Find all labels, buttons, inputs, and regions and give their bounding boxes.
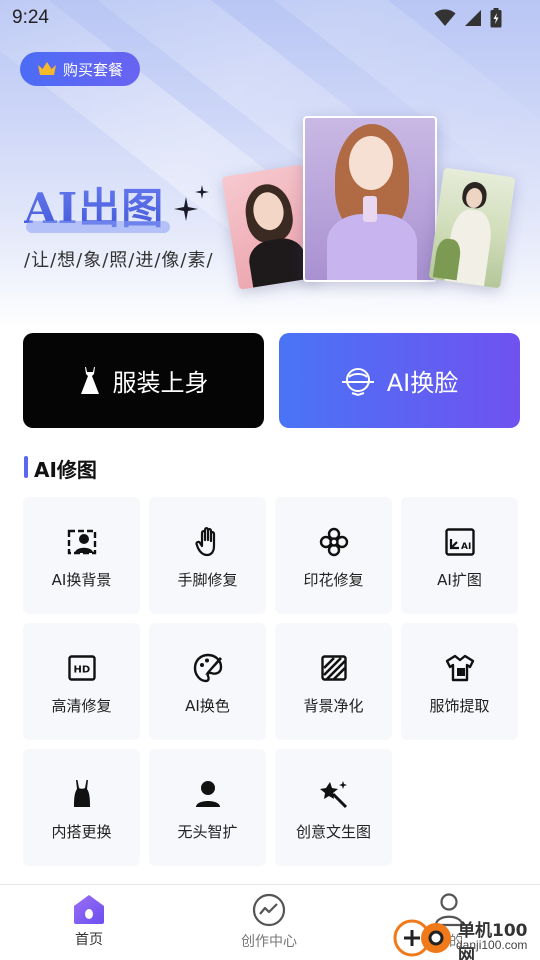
portrait-background-icon (67, 527, 97, 557)
clothing-tryon-button[interactable]: 服装上身 (23, 333, 264, 428)
expand-image-icon: AI (444, 527, 475, 557)
tool-grid: AI换背景 手脚修复 印花修复 AI AI扩图 HD 高清修复 AI换色 背景净 (23, 497, 521, 866)
svg-text:HD: HD (73, 665, 90, 676)
tool-label: 高清修复 (51, 697, 112, 715)
tool-innerwear-swap[interactable]: 内搭更换 (23, 749, 140, 866)
clothing-tryon-label: 服装上身 (112, 369, 209, 397)
tool-label: AI扩图 (437, 571, 482, 589)
sparkle-icon (174, 185, 209, 221)
buy-package-button[interactable]: 购买套餐 (20, 52, 140, 86)
watermark: 单机100网 danji100.com (390, 914, 540, 960)
face-swap-button[interactable]: AI换脸 (279, 333, 520, 428)
watermark-url: danji100.com (456, 938, 528, 952)
camisole-icon (67, 779, 97, 809)
tool-ai-background[interactable]: AI换背景 (23, 497, 140, 614)
tool-label: 背景净化 (303, 697, 364, 715)
dress-icon (80, 366, 99, 394)
banner-underline (26, 221, 170, 233)
tool-label: 内搭更换 (51, 823, 112, 841)
nav-creation-center-label: 创作中心 (241, 934, 297, 950)
shirt-icon (445, 653, 475, 683)
section-title: AI修图 (34, 458, 97, 482)
tool-ai-recolor[interactable]: AI换色 (149, 623, 266, 740)
tool-label: AI换色 (185, 697, 230, 715)
battery-charging-icon (490, 8, 502, 28)
stripes-icon (319, 653, 349, 683)
banner-subtitle: /让/想/象/照/进/像/素/ (24, 250, 214, 271)
flower-icon (319, 527, 349, 557)
tool-label: 手脚修复 (177, 571, 238, 589)
tool-label: AI换背景 (51, 571, 112, 589)
wifi-icon (434, 9, 456, 26)
tool-ai-expand[interactable]: AI AI扩图 (401, 497, 518, 614)
sample-photo-right (428, 167, 516, 289)
nav-creation-center[interactable]: 创作中心 (209, 893, 329, 951)
tool-creative-text-to-image[interactable]: 创意文生图 (275, 749, 392, 866)
tool-headless-expand[interactable]: 无头智扩 (149, 749, 266, 866)
hand-icon (193, 527, 223, 557)
magic-wand-icon (319, 779, 349, 809)
trend-icon (252, 893, 286, 927)
signal-icon (465, 10, 481, 26)
face-scan-icon (341, 367, 374, 396)
nav-home-label: 首页 (75, 932, 103, 948)
buy-package-label: 购买套餐 (62, 60, 123, 79)
tool-label: 服饰提取 (429, 697, 490, 715)
tool-label: 印花修复 (303, 571, 364, 589)
sample-photo-center (303, 116, 437, 282)
status-time: 9:24 (12, 7, 49, 28)
nav-home[interactable]: 首页 (29, 893, 149, 949)
tool-hd-fix[interactable]: HD 高清修复 (23, 623, 140, 740)
face-swap-label: AI换脸 (386, 369, 459, 397)
crown-icon (37, 62, 56, 75)
hd-icon: HD (67, 653, 97, 683)
svg-text:AI: AI (461, 542, 471, 552)
tool-label: 创意文生图 (295, 823, 371, 841)
tool-print-fix[interactable]: 印花修复 (275, 497, 392, 614)
tool-hand-foot-fix[interactable]: 手脚修复 (149, 497, 266, 614)
status-icons (434, 8, 502, 28)
person-icon (193, 779, 223, 809)
palette-icon (193, 653, 223, 683)
tool-label: 无头智扩 (177, 823, 238, 841)
tool-apparel-extract[interactable]: 服饰提取 (401, 623, 518, 740)
section-accent-bar (24, 456, 28, 478)
watermark-logo-icon (393, 919, 451, 957)
tool-background-clean[interactable]: 背景净化 (275, 623, 392, 740)
home-icon (74, 895, 104, 924)
status-bar: 9:24 (0, 0, 540, 36)
